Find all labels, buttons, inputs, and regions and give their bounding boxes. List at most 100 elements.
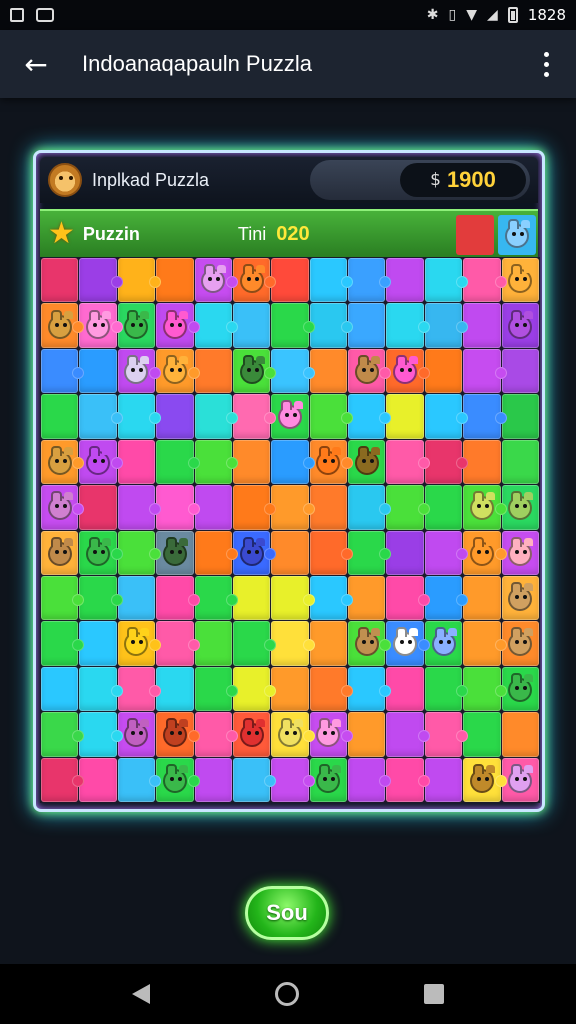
puzzle-piece[interactable] <box>194 530 239 575</box>
puzzle-piece[interactable] <box>463 439 501 485</box>
puzzle-piece[interactable] <box>386 394 424 439</box>
puzzle-piece[interactable] <box>348 575 386 621</box>
puzzle-piece[interactable] <box>232 348 277 394</box>
puzzle-piece[interactable] <box>348 394 392 439</box>
puzzle-piece[interactable] <box>156 485 200 530</box>
puzzle-piece[interactable] <box>348 258 392 303</box>
puzzle-piece[interactable] <box>463 348 508 394</box>
corner-tile[interactable] <box>498 215 536 255</box>
puzzle-piece[interactable] <box>194 712 239 757</box>
puzzle-piece[interactable] <box>309 712 354 757</box>
puzzle-piece[interactable] <box>386 258 424 303</box>
puzzle-piece[interactable] <box>424 394 469 439</box>
puzzle-piece[interactable] <box>348 621 392 666</box>
play-button[interactable]: Sou <box>245 886 329 940</box>
puzzle-piece[interactable] <box>348 303 386 348</box>
puzzle-piece[interactable] <box>501 575 539 621</box>
puzzle-piece[interactable] <box>117 348 162 394</box>
puzzle-piece[interactable] <box>309 439 354 485</box>
puzzle-piece[interactable] <box>117 712 156 757</box>
puzzle-piece[interactable] <box>348 757 392 802</box>
puzzle-piece[interactable] <box>79 303 124 348</box>
puzzle-piece[interactable] <box>117 303 156 348</box>
puzzle-piece[interactable] <box>41 394 79 439</box>
puzzle-piece[interactable] <box>463 666 508 712</box>
puzzle-piece[interactable] <box>232 621 277 666</box>
puzzle-piece[interactable] <box>117 530 162 575</box>
puzzle-piece[interactable] <box>232 394 277 439</box>
puzzle-piece[interactable] <box>271 485 316 530</box>
puzzle-piece[interactable] <box>194 439 239 485</box>
puzzle-piece[interactable] <box>271 303 316 348</box>
puzzle-piece[interactable] <box>79 575 124 621</box>
puzzle-piece[interactable] <box>463 530 508 575</box>
puzzle-piece[interactable] <box>194 666 239 712</box>
corner-tile[interactable] <box>456 215 494 255</box>
puzzle-piece[interactable] <box>348 712 386 757</box>
puzzle-piece[interactable] <box>309 348 348 394</box>
puzzle-piece[interactable] <box>463 485 508 530</box>
puzzle-piece[interactable] <box>41 666 79 712</box>
puzzle-piece[interactable] <box>117 439 156 485</box>
puzzle-piece[interactable] <box>156 712 200 757</box>
puzzle-piece[interactable] <box>156 621 200 666</box>
puzzle-piece[interactable] <box>348 530 392 575</box>
puzzle-piece[interactable] <box>194 303 239 348</box>
puzzle-piece[interactable] <box>79 712 124 757</box>
puzzle-piece[interactable] <box>501 394 539 439</box>
puzzle-piece[interactable] <box>232 258 277 303</box>
puzzle-piece[interactable] <box>501 258 539 303</box>
puzzle-piece[interactable] <box>386 530 424 575</box>
puzzle-piece[interactable] <box>424 258 469 303</box>
puzzle-piece[interactable] <box>194 348 232 394</box>
puzzle-piece[interactable] <box>501 621 539 666</box>
puzzle-piece[interactable] <box>194 575 239 621</box>
puzzle-piece[interactable] <box>501 348 539 394</box>
puzzle-piece[interactable] <box>348 485 392 530</box>
puzzle-piece[interactable] <box>386 666 424 712</box>
puzzle-piece[interactable] <box>79 666 124 712</box>
back-arrow-icon[interactable]: ← <box>18 46 54 82</box>
puzzle-piece[interactable] <box>271 575 316 621</box>
puzzle-piece[interactable] <box>309 258 354 303</box>
more-options-icon[interactable] <box>534 46 558 82</box>
puzzle-piece[interactable] <box>117 394 162 439</box>
puzzle-piece[interactable] <box>424 485 463 530</box>
puzzle-piece[interactable] <box>309 666 354 712</box>
puzzle-piece[interactable] <box>463 621 508 666</box>
puzzle-piece[interactable] <box>117 757 162 802</box>
puzzle-piece[interactable] <box>309 530 354 575</box>
puzzle-piece[interactable] <box>41 258 79 303</box>
puzzle-piece[interactable] <box>309 394 354 439</box>
puzzle-piece[interactable] <box>79 348 117 394</box>
puzzle-piece[interactable] <box>41 485 85 530</box>
puzzle-piece[interactable] <box>424 575 469 621</box>
puzzle-piece[interactable] <box>194 757 232 802</box>
puzzle-piece[interactable] <box>386 575 431 621</box>
puzzle-piece[interactable] <box>501 303 539 348</box>
puzzle-piece[interactable] <box>194 485 232 530</box>
puzzle-piece[interactable] <box>463 258 508 303</box>
puzzle-piece[interactable] <box>309 575 354 621</box>
puzzle-piece[interactable] <box>386 712 431 757</box>
puzzle-piece[interactable] <box>79 439 124 485</box>
puzzle-piece[interactable] <box>79 621 117 666</box>
puzzle-piece[interactable] <box>501 485 539 530</box>
puzzle-piece[interactable] <box>117 575 156 621</box>
puzzle-piece[interactable] <box>41 303 85 348</box>
puzzle-piece[interactable] <box>79 485 117 530</box>
puzzle-piece[interactable] <box>156 303 200 348</box>
puzzle-piece[interactable] <box>309 485 348 530</box>
puzzle-piece[interactable] <box>271 530 309 575</box>
puzzle-piece[interactable] <box>156 258 194 303</box>
puzzle-piece[interactable] <box>271 666 309 712</box>
puzzle-piece[interactable] <box>424 621 463 666</box>
puzzle-piece[interactable] <box>117 258 162 303</box>
puzzle-piece[interactable] <box>271 621 316 666</box>
puzzle-piece[interactable] <box>156 575 200 621</box>
puzzle-piece[interactable] <box>117 621 162 666</box>
puzzle-piece[interactable] <box>386 439 431 485</box>
puzzle-piece[interactable] <box>463 757 508 802</box>
puzzle-piece[interactable] <box>424 712 469 757</box>
puzzle-piece[interactable] <box>501 712 539 757</box>
